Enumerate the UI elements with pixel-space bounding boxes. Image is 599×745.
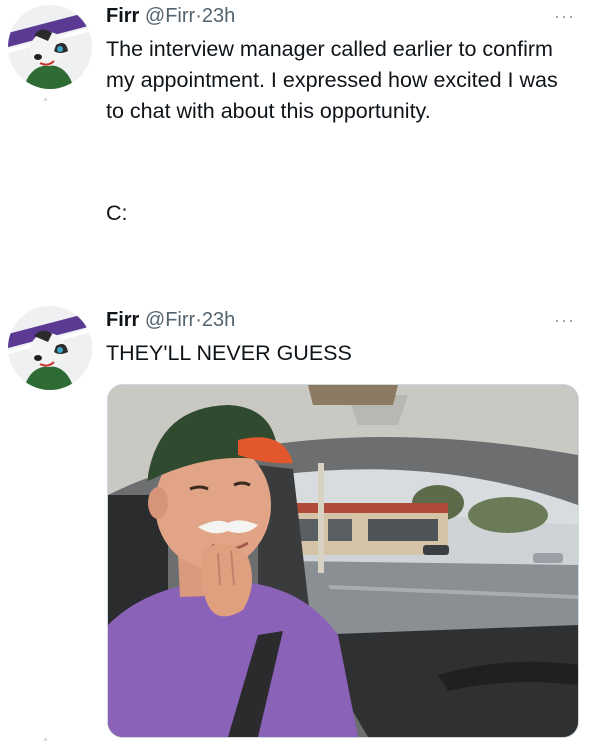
timestamp[interactable]: 23h	[202, 309, 235, 331]
tweet: Firr @Firr·23h ··· THEY'LL NEVER GUESS	[0, 298, 599, 745]
separator-dot: ·	[195, 309, 202, 331]
skunk-avatar-icon	[8, 306, 92, 390]
tweet-text: The interview manager called earlier to …	[106, 37, 558, 123]
tweet-header: Firr @Firr·23h	[106, 308, 235, 332]
tweet: Firr @Firr·23h ··· The interview manager…	[0, 0, 599, 290]
author-handle[interactable]: @Firr	[145, 309, 195, 331]
thread-dot	[44, 738, 47, 741]
timestamp[interactable]: 23h	[202, 5, 235, 27]
avatar[interactable]	[8, 5, 92, 89]
separator-dot: ·	[195, 5, 202, 27]
author-name[interactable]: Firr	[106, 5, 139, 27]
tweet-text-emoticon: C:	[106, 201, 128, 225]
tweet-header: Firr @Firr·23h	[106, 4, 235, 28]
more-options-icon[interactable]: ···	[554, 6, 575, 27]
author-handle[interactable]: @Firr	[145, 5, 195, 27]
thread-dot	[44, 98, 47, 101]
tweet-photo[interactable]	[107, 384, 579, 738]
tweet-text: THEY'LL NEVER GUESS	[106, 341, 352, 365]
skunk-avatar-icon	[8, 5, 92, 89]
author-name[interactable]: Firr	[106, 309, 139, 331]
more-options-icon[interactable]: ···	[554, 310, 575, 331]
avatar[interactable]	[8, 306, 92, 390]
car-selfie-photo	[108, 385, 578, 737]
